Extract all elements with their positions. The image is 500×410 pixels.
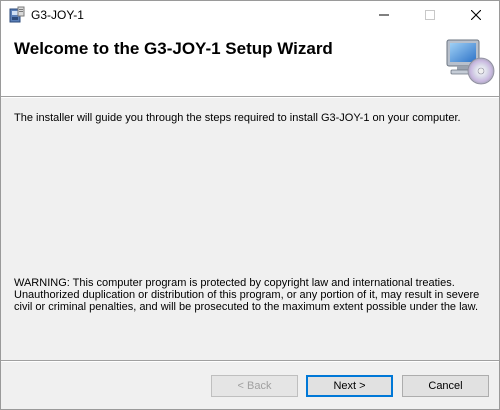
window-title: G3-JOY-1: [31, 8, 84, 22]
copyright-warning: WARNING: This computer program is protec…: [14, 277, 480, 313]
next-button[interactable]: Next >: [306, 375, 393, 397]
back-button: < Back: [211, 375, 298, 397]
maximize-button: [407, 1, 453, 30]
footer-divider: [1, 360, 499, 362]
wizard-title: Welcome to the G3-JOY-1 Setup Wizard: [14, 39, 333, 58]
minimize-icon: [379, 7, 389, 25]
title-bar[interactable]: G3-JOY-1: [1, 1, 499, 30]
minimize-button[interactable]: [361, 1, 407, 30]
maximize-icon: [425, 7, 435, 25]
close-button[interactable]: [453, 1, 499, 30]
close-icon: [470, 7, 482, 25]
installer-icon: [9, 6, 25, 24]
wizard-header: Welcome to the G3-JOY-1 Setup Wizard: [1, 30, 499, 96]
setup-window: G3-JOY-1 Welcome to the G3-JOY-1 Setup W…: [0, 0, 500, 410]
cancel-button[interactable]: Cancel: [402, 375, 489, 397]
header-divider: [1, 96, 499, 98]
intro-text: The installer will guide you through the…: [14, 112, 461, 124]
computer-cd-icon: [443, 38, 495, 86]
